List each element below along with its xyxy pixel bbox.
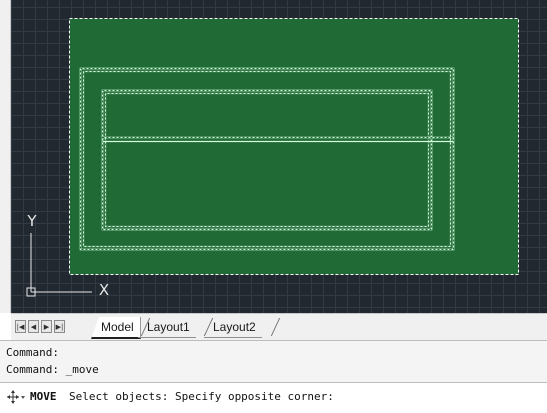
previous-tab-icon[interactable]: ◀ <box>28 320 39 333</box>
tab-layout1[interactable]: Layout1 <box>138 317 196 338</box>
command-history: Command: Command: _move <box>0 340 547 383</box>
tab-model[interactable]: Model <box>91 317 141 339</box>
command-line[interactable]: MOVE Select objects: Specify opposite co… <box>0 382 547 413</box>
history-line: Command: <box>6 346 59 359</box>
selection-window <box>69 18 519 275</box>
history-line: Command: _move <box>6 363 99 376</box>
ucs-y-label: Y <box>26 212 37 230</box>
next-tab-icon[interactable]: ▶ <box>41 320 52 333</box>
layout-tab-bar: |◀ ◀ ▶ ▶| Model Layout1 Layout2 <box>11 313 547 341</box>
ucs-x-label: X <box>99 281 109 299</box>
command-prompt: Select objects: Specify opposite corner: <box>69 390 334 403</box>
model-space-viewport[interactable]: Y X <box>11 0 547 313</box>
tab-layout2[interactable]: Layout2 <box>204 317 262 338</box>
last-tab-icon[interactable]: ▶| <box>54 320 65 333</box>
move-icon <box>7 390 25 404</box>
current-command-name: MOVE <box>30 390 57 403</box>
left-panel-edge <box>0 0 11 313</box>
tab-separator <box>270 318 281 336</box>
drawing-canvas[interactable]: Y X <box>11 0 547 313</box>
first-tab-icon[interactable]: |◀ <box>15 320 26 333</box>
